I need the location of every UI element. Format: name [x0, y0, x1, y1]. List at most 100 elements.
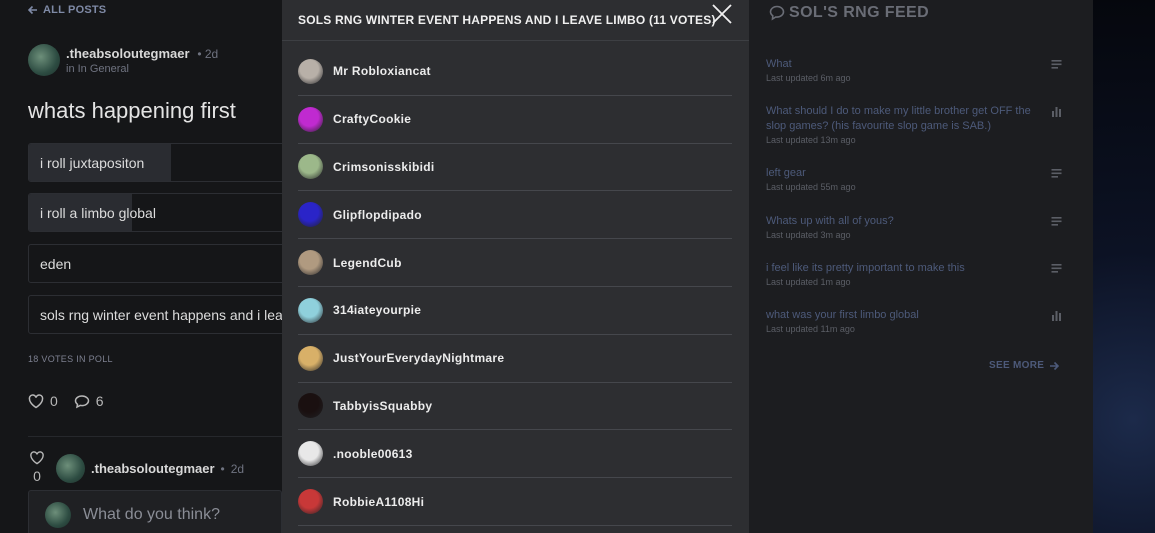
see-more-label: SEE MORE — [989, 360, 1045, 371]
post-column: ALL POSTS .theabsoloutegmaer • 2d in In … — [0, 0, 288, 533]
avatar[interactable] — [298, 297, 323, 323]
voter-row[interactable]: RobbieA1108Hi — [298, 478, 732, 526]
avatar[interactable] — [298, 106, 323, 132]
divider — [28, 436, 282, 437]
author-name[interactable]: .theabsoloutegmaer — [66, 46, 190, 61]
poll-option-label: eden — [40, 255, 72, 272]
feed-item[interactable]: What should I do to make my little broth… — [766, 104, 1062, 145]
feed-item-title[interactable]: left gear — [766, 166, 1062, 181]
voter-row[interactable]: CraftyCookie — [298, 96, 732, 144]
feed-item[interactable]: left gear Last updated 55m ago — [766, 166, 1062, 192]
avatar[interactable] — [298, 393, 323, 419]
comment-count: 6 — [95, 393, 104, 409]
feed-item-title[interactable]: What should I do to make my little broth… — [766, 104, 1062, 134]
post-actions: 0 6 — [28, 393, 104, 409]
voter-row[interactable]: TabbyisSquabby — [298, 383, 732, 431]
like-button[interactable]: 0 — [28, 393, 58, 409]
see-more-link[interactable]: SEE MORE — [989, 360, 1060, 371]
voter-name[interactable]: CraftyCookie — [333, 112, 411, 126]
text-icon — [1051, 264, 1062, 273]
avatar[interactable] — [298, 58, 323, 84]
text-icon — [1051, 60, 1062, 69]
voter-name[interactable]: Glipflopdipado — [333, 208, 422, 222]
voter-row[interactable]: .nooble00613 — [298, 430, 732, 479]
voter-name[interactable]: 314iateyourpie — [333, 303, 421, 317]
comment-button[interactable]: 6 — [74, 393, 104, 409]
voter-name[interactable]: JustYourEverydayNightmare — [333, 351, 504, 365]
feed-item-time: Last updated 1m ago — [766, 277, 851, 287]
author-name[interactable]: .theabsoloutegmaer — [91, 461, 215, 476]
voter-list: Mr Robloxiancat CraftyCookie Crimsonisskib… — [298, 48, 732, 526]
poll-option[interactable]: eden — [28, 244, 288, 283]
comment-icon — [74, 394, 90, 408]
arrow-right-icon — [1050, 361, 1060, 370]
avatar[interactable] — [298, 441, 323, 467]
heart-icon — [30, 451, 44, 465]
voter-row[interactable]: LegendCub — [298, 239, 732, 287]
text-icon — [1051, 217, 1062, 226]
feed-item-title[interactable]: what was your first limbo global — [766, 308, 1062, 323]
poll-option-label: i roll a limbo global — [40, 204, 156, 221]
voter-name[interactable]: LegendCub — [333, 256, 402, 270]
voters-modal: SOLS RNG WINTER EVENT HAPPENS AND I LEAV… — [282, 0, 749, 533]
text-icon — [1051, 169, 1062, 178]
close-icon — [712, 4, 732, 24]
feed-item-title[interactable]: What — [766, 57, 1062, 72]
avatar[interactable] — [298, 250, 323, 276]
comment-input[interactable]: What do you think? — [28, 490, 282, 533]
feed-item-title[interactable]: i feel like its pretty important to make… — [766, 261, 1062, 276]
feed-item-time: Last updated 3m ago — [766, 230, 851, 240]
post-category[interactable]: In General — [78, 63, 129, 75]
heart-icon — [28, 393, 44, 408]
avatar[interactable] — [298, 202, 323, 228]
avatar[interactable] — [298, 154, 323, 180]
back-link[interactable]: ALL POSTS — [28, 4, 106, 16]
poll-icon — [1052, 107, 1061, 117]
feed-panel: SOL'S RNG FEED What Last updated 6m ago Wh… — [749, 0, 1093, 533]
post-title: whats happening first — [28, 98, 236, 123]
feed-item[interactable]: What Last updated 6m ago — [766, 57, 1062, 83]
reply-age: 2d — [230, 461, 245, 476]
voter-name[interactable]: .nooble00613 — [333, 447, 413, 461]
voter-name[interactable]: Crimsonisskibidi — [333, 160, 435, 174]
votes-count[interactable]: 18 VOTES IN POLL — [28, 354, 113, 364]
comment-placeholder: What do you think? — [83, 506, 220, 523]
modal-header: SOLS RNG WINTER EVENT HAPPENS AND I LEAV… — [282, 0, 749, 41]
space-background — [1093, 0, 1155, 533]
reply-like-count: 0 — [33, 468, 41, 484]
feed-item-title[interactable]: Whats up with all of yous? — [766, 214, 1062, 229]
avatar[interactable] — [56, 454, 85, 483]
poll-option[interactable]: sols rng winter event happens and i leav… — [28, 295, 288, 334]
post-age: 2d — [204, 47, 219, 61]
like-count: 0 — [50, 393, 58, 409]
voter-row[interactable]: 314iateyourpie — [298, 287, 732, 335]
voter-name[interactable]: Mr Robloxiancat — [333, 64, 431, 78]
feed-item-time: Last updated 13m ago — [766, 135, 856, 145]
reply-like[interactable]: 0 — [28, 451, 46, 484]
avatar — [45, 502, 71, 528]
feed-item[interactable]: i feel like its pretty important to make… — [766, 261, 1062, 287]
voter-row[interactable]: Crimsonisskibidi — [298, 144, 732, 192]
poll-option[interactable]: i roll juxtapositon — [28, 143, 288, 182]
voter-row[interactable]: Mr Robloxiancat — [298, 48, 732, 96]
feed-header: SOL'S RNG FEED — [769, 4, 929, 22]
poll-option[interactable]: i roll a limbo global — [28, 193, 288, 232]
back-link-label: ALL POSTS — [43, 4, 107, 16]
close-button[interactable] — [710, 2, 734, 26]
feed-title: SOL'S RNG FEED — [789, 4, 930, 21]
voter-row[interactable]: Glipflopdipado — [298, 191, 732, 240]
voter-name[interactable]: RobbieA1108Hi — [333, 495, 424, 509]
poll-option-label: i roll juxtapositon — [40, 154, 145, 171]
speech-bubble-icon — [769, 5, 785, 21]
avatar[interactable] — [28, 44, 60, 76]
avatar[interactable] — [298, 489, 323, 515]
post-author: .theabsoloutegmaer • 2d in In General — [28, 44, 218, 76]
voter-name[interactable]: TabbyisSquabby — [333, 399, 432, 413]
feed-item[interactable]: what was your first limbo global Last upd… — [766, 308, 1062, 334]
avatar[interactable] — [298, 345, 323, 371]
poll-icon — [1052, 311, 1061, 321]
feed-item-time: Last updated 55m ago — [766, 182, 856, 192]
arrow-left-icon — [28, 5, 37, 15]
feed-item[interactable]: Whats up with all of yous? Last updated 3… — [766, 214, 1062, 240]
voter-row[interactable]: JustYourEverydayNightmare — [298, 335, 732, 383]
